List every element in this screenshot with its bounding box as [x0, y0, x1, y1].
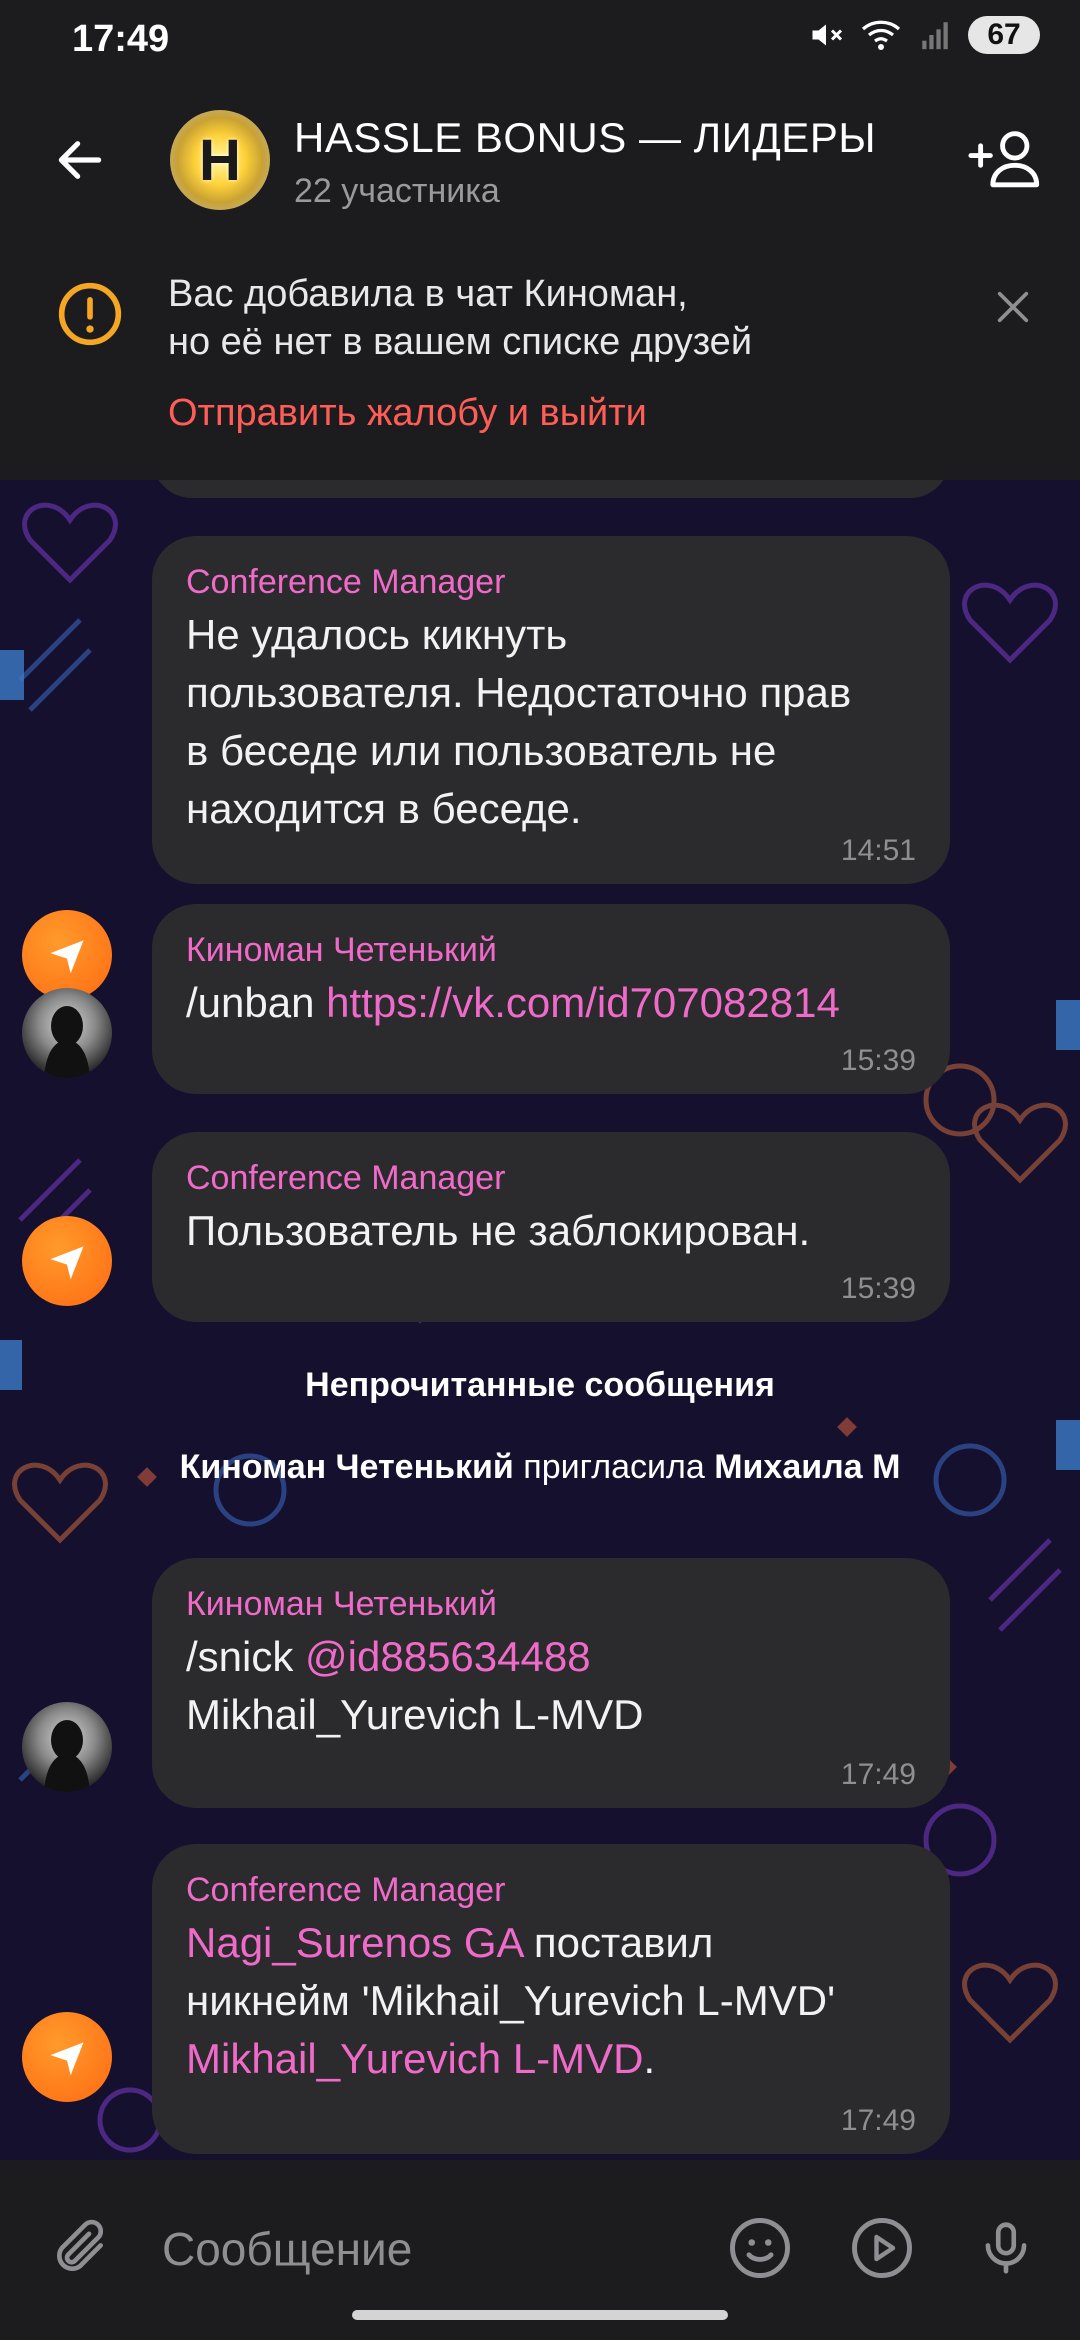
message-line: Mikhail_Yurevich L-MVD: [186, 1691, 644, 1738]
chat-avatar[interactable]: H: [170, 110, 270, 210]
message-text: Пользователь не заблокирован.: [186, 1207, 811, 1254]
status-icons: 67: [808, 16, 1040, 54]
home-indicator[interactable]: [352, 2310, 728, 2320]
attach-button[interactable]: [44, 2212, 116, 2284]
invite-verb: пригласила: [513, 1448, 715, 1486]
notice-line-1: Вас добавила в чат Киноман,: [168, 273, 688, 315]
message-bubble[interactable]: Conference Manager Nagi_Surenos GA поста…: [152, 1844, 950, 2154]
message-sender[interactable]: Киноман Четенький: [186, 1582, 918, 1626]
status-time: 17:49: [72, 18, 170, 60]
message-line: находится в беседе.: [186, 785, 582, 832]
signal-icon: [922, 22, 948, 50]
arrow-left-icon: [58, 141, 102, 179]
message-line: никнейм 'Mikhail_Yurevich L-MVD': [186, 1977, 836, 2024]
add-person-icon: [968, 131, 1040, 188]
message-bubble[interactable]: Conference Manager Не удалось кикнуть по…: [152, 536, 950, 884]
paper-plane-icon: [50, 940, 84, 974]
message-time: 15:39: [840, 1272, 916, 1305]
message-sender[interactable]: Киноман Четенький: [186, 928, 918, 972]
message-sender[interactable]: Conference Manager: [186, 1868, 918, 1912]
message-fragment: .: [643, 2035, 656, 2082]
message-sender[interactable]: Conference Manager: [186, 560, 918, 604]
message-line: пользователя. Недостаточно прав: [186, 669, 852, 716]
message-mention[interactable]: Mikhail_Yurevich L-MVD: [186, 2035, 644, 2082]
paper-plane-icon: [50, 1246, 84, 1280]
video-message-button[interactable]: [842, 2208, 922, 2288]
message-line: Не удалось кикнуть: [186, 611, 568, 658]
message-bubble[interactable]: Conference Manager Пользователь не забло…: [152, 1132, 950, 1322]
notice-text: Вас добавила в чат Киноман, но её нет в …: [168, 270, 752, 366]
user-avatar[interactable]: [22, 988, 112, 1078]
message-line: в беседе или пользователь не: [186, 727, 777, 774]
message-text: /snick @id885634488 Mikhail_Yurevich L-M…: [186, 1628, 918, 1744]
message-sender[interactable]: Conference Manager: [186, 1156, 918, 1200]
user-avatar[interactable]: [22, 1702, 112, 1792]
message-bubble[interactable]: Киноман Четенький /snick @id885634488 Mi…: [152, 1558, 950, 1808]
message-text: Не удалось кикнуть пользователя. Недоста…: [186, 606, 918, 838]
message-time: 17:49: [840, 2104, 916, 2137]
wifi-icon: [861, 20, 901, 50]
invite-notice: Вас добавила в чат Киноман, но её нет в …: [0, 236, 1080, 480]
chat-title[interactable]: HASSLE BONUS — ЛИДЕРЫ: [294, 114, 876, 162]
invite-system-message: Киноман Четенький пригласила Михаила М: [0, 1448, 1080, 1487]
voice-message-button[interactable]: [966, 2208, 1046, 2288]
message-text: Nagi_Surenos GA поставил никнейм 'Mikhai…: [186, 1914, 918, 2088]
message-link[interactable]: https://vk.com/id707082814: [326, 979, 840, 1026]
unread-divider: Непрочитанные сообщения: [0, 1366, 1080, 1405]
message-mention[interactable]: @id885634488: [305, 1633, 591, 1680]
member-count: 22 участника: [294, 172, 500, 210]
close-notice-button[interactable]: [986, 280, 1040, 334]
message-text: /unban https://vk.com/id707082814: [186, 974, 918, 1032]
warning-icon: [58, 282, 122, 346]
bot-avatar[interactable]: [22, 910, 112, 1000]
invite-actor[interactable]: Киноман Четенький: [180, 1448, 514, 1486]
microphone-icon: [985, 2222, 1027, 2274]
mute-icon: [812, 24, 843, 46]
chat-avatar-letter: H: [199, 127, 241, 193]
user-silhouette-icon: [44, 1720, 90, 1792]
smiley-icon: [730, 2218, 790, 2278]
message-fragment: поставил: [522, 1919, 714, 1966]
message-time: 15:39: [840, 1044, 916, 1077]
emoji-button[interactable]: [720, 2208, 800, 2288]
message-bubble[interactable]: Киноман Четенький /unban https://vk.com/…: [152, 904, 950, 1094]
previous-message-edge: [152, 480, 950, 498]
message-mention[interactable]: Nagi_Surenos GA: [186, 1919, 522, 1966]
report-and-leave-button[interactable]: Отправить жалобу и выйти: [168, 392, 647, 435]
notice-line-2: но её нет в вашем списке друзей: [168, 321, 753, 363]
battery-indicator: 67: [968, 16, 1040, 54]
message-time: 14:51: [840, 834, 916, 867]
bot-avatar[interactable]: [22, 2012, 112, 2102]
bot-avatar[interactable]: [22, 1216, 112, 1306]
user-silhouette-icon: [44, 1006, 90, 1078]
chat-messages-area[interactable]: Conference Manager Не удалось кикнуть по…: [0, 480, 1080, 2160]
invite-target[interactable]: Михаила М: [714, 1448, 900, 1486]
message-input[interactable]: [160, 2208, 684, 2290]
message-command: /unban: [186, 979, 327, 1026]
close-icon: [997, 291, 1029, 323]
status-bar: 17:49 67: [0, 0, 1080, 80]
play-circle-icon: [852, 2218, 912, 2278]
chat-header: H HASSLE BONUS — ЛИДЕРЫ 22 участника: [0, 80, 1080, 316]
unread-label: Непрочитанные сообщения: [305, 1366, 775, 1404]
back-button[interactable]: [40, 120, 120, 200]
paperclip-icon: [57, 2219, 104, 2271]
add-member-button[interactable]: [960, 118, 1050, 198]
message-time: 17:49: [840, 1758, 916, 1791]
message-command: /snick: [186, 1633, 306, 1680]
paper-plane-icon: [50, 2042, 84, 2076]
